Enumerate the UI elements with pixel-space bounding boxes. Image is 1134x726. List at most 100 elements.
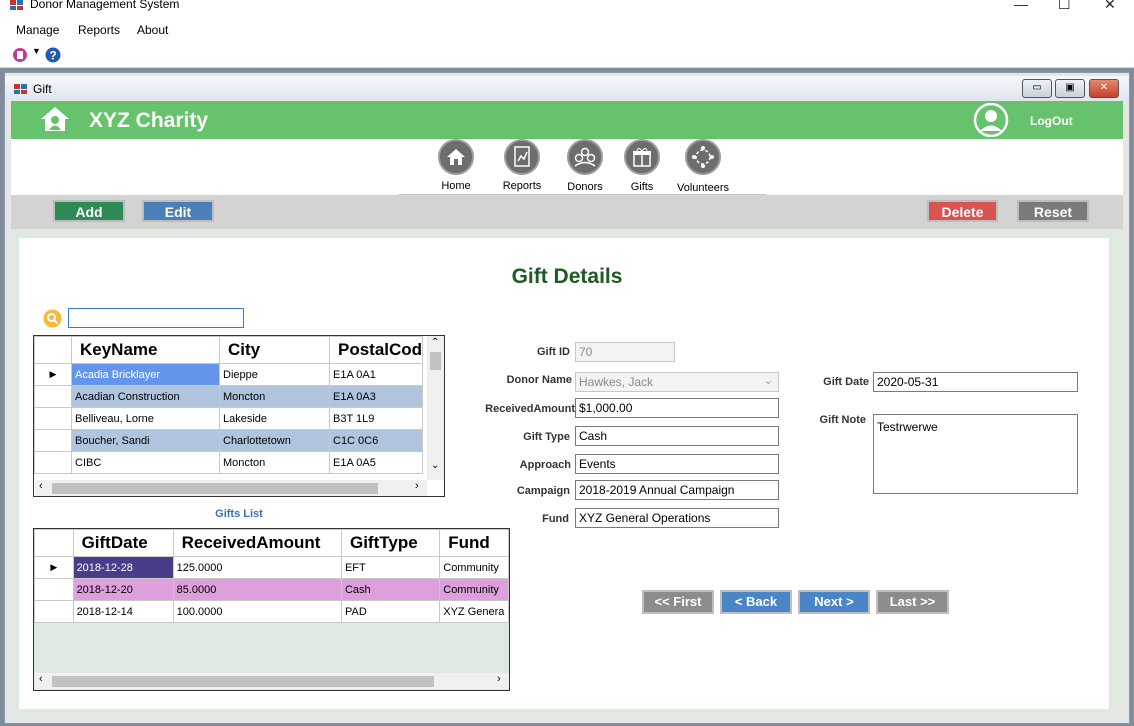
cell-keyname[interactable]: Acadian Construction [71,385,220,408]
row-header-corner [34,336,72,364]
column-header-keyname[interactable]: KeyName [71,336,220,364]
column-header-fund[interactable]: Fund [439,529,509,557]
row-header [34,600,74,623]
next-button[interactable]: Next > [798,590,870,614]
child-minimize-button[interactable]: ▭ [1022,79,1052,98]
add-button[interactable]: Add [53,200,125,222]
scroll-thumb[interactable] [52,676,434,687]
cell-postal[interactable]: E1A 0A5 [328,451,424,474]
volunteers-icon [685,139,721,175]
child-close-button[interactable]: ✕ [1089,79,1119,98]
cell-gifttype[interactable]: PAD [340,600,441,623]
logout-link[interactable]: LogOut [1030,114,1073,128]
home-icon [438,139,474,175]
menu-about[interactable]: About [137,23,168,37]
table-row[interactable]: 2018-12-20 85.0000 Cash Community [34,578,509,601]
cell-amount[interactable]: 100.0000 [172,600,342,623]
nav-gifts-label: Gifts [630,181,654,193]
table-row[interactable]: CIBC Moncton E1A 0A5 [34,451,424,474]
scroll-thumb[interactable] [430,352,441,370]
cell-keyname[interactable]: CIBC [71,451,220,474]
gift-date-field[interactable]: 2020-05-31 [873,372,1078,392]
column-header-giftdate[interactable]: GiftDate [72,529,174,557]
cell-fund[interactable]: XYZ Genera [439,600,509,623]
table-row[interactable]: ▶ 2018-12-28 125.0000 EFT Community [34,556,509,579]
cell-postal[interactable]: E1A 0A1 [328,363,424,386]
gift-note-field[interactable]: Testrwerwe [873,414,1078,494]
nav-volunteers[interactable]: Volunteers [674,139,732,194]
cell-postal[interactable]: B3T 1L9 [328,407,424,430]
close-button[interactable]: ✕ [1104,0,1116,13]
scroll-left-icon[interactable]: ‹ [39,480,43,492]
back-button[interactable]: < Back [720,590,792,614]
table-row[interactable]: 2018-12-14 100.0000 PAD XYZ Genera [34,600,509,623]
search-input[interactable] [68,308,244,328]
help-icon[interactable]: ? [45,47,61,63]
horizontal-scrollbar[interactable]: ‹ › [35,673,509,689]
chevron-down-icon[interactable]: ⌄ [764,374,773,387]
app-logo-icon[interactable] [12,47,28,63]
maximize-button[interactable]: ☐ [1058,0,1071,13]
gift-id-field[interactable]: 70 [575,342,675,362]
edit-button[interactable]: Edit [142,200,214,222]
cell-keyname[interactable]: Acadia Bricklayer [71,363,220,386]
cell-city[interactable]: Charlottetown [219,429,330,452]
child-restore-button[interactable]: ▣ [1055,79,1085,98]
cell-gifttype[interactable]: EFT [340,556,441,579]
user-avatar-icon[interactable] [973,103,1009,137]
cell-giftdate[interactable]: 2018-12-14 [72,600,174,623]
cell-keyname[interactable]: Belliveau, Lorne [71,407,220,430]
first-button[interactable]: << First [642,590,714,614]
cell-postal[interactable]: E1A 0A3 [328,385,424,408]
cell-amount[interactable]: 85.0000 [172,578,342,601]
column-header-postalcode[interactable]: PostalCod [328,336,424,364]
nav-home[interactable]: Home [436,139,476,192]
menu-reports[interactable]: Reports [78,23,120,37]
cell-city[interactable]: Lakeside [219,407,330,430]
scroll-up-icon[interactable]: ⌃ [431,337,439,348]
window-icon [14,84,27,94]
nav-gifts[interactable]: Gifts [622,139,662,193]
vertical-scrollbar[interactable]: ⌃ ⌄ [427,336,444,480]
cell-city[interactable]: Moncton [219,385,330,408]
column-header-city[interactable]: City [219,336,330,364]
scroll-right-icon[interactable]: › [415,480,419,492]
gift-type-label: Gift Type [523,431,570,443]
column-header-gifttype[interactable]: GiftType [340,529,441,557]
cell-city[interactable]: Dieppe [219,363,330,386]
table-row[interactable]: Acadian Construction Moncton E1A 0A3 [34,385,424,408]
received-amount-field[interactable]: $1,000.00 [575,398,779,418]
donor-name-select[interactable]: Hawkes, Jack ⌄ [575,372,779,392]
gift-type-field[interactable]: Cash [575,426,779,446]
column-header-receivedamount[interactable]: ReceivedAmount [172,529,342,557]
scroll-thumb[interactable] [52,483,378,494]
cell-postal[interactable]: C1C 0C6 [328,429,424,452]
cell-giftdate[interactable]: 2018-12-20 [72,578,174,601]
scroll-left-icon[interactable]: ‹ [39,673,43,685]
table-row[interactable]: Belliveau, Lorne Lakeside B3T 1L9 [34,407,424,430]
cell-fund[interactable]: Community [439,578,509,601]
minimize-button[interactable]: — [1014,0,1028,12]
menu-manage[interactable]: Manage [16,23,59,37]
fund-field[interactable]: XYZ General Operations [575,508,779,528]
cell-city[interactable]: Moncton [219,451,330,474]
scroll-right-icon[interactable]: › [497,673,501,685]
horizontal-scrollbar[interactable]: ‹ › [35,480,427,496]
reset-button[interactable]: Reset [1017,200,1089,222]
table-row[interactable]: Boucher, Sandi Charlottetown C1C 0C6 [34,429,424,452]
approach-field[interactable]: Events [575,454,779,474]
nav-reports[interactable]: Reports [502,139,542,192]
delete-button[interactable]: Delete [927,200,998,222]
cell-keyname[interactable]: Boucher, Sandi [71,429,220,452]
nav-donors[interactable]: Donors [563,139,607,193]
table-row[interactable]: ▶ Acadia Bricklayer Dieppe E1A 0A1 [34,363,424,386]
dropdown-arrow-icon[interactable]: ▼ [32,46,41,56]
scroll-down-icon[interactable]: ⌄ [431,460,439,471]
cell-gifttype[interactable]: Cash [340,578,441,601]
cell-fund[interactable]: Community [439,556,509,579]
campaign-field[interactable]: 2018-2019 Annual Campaign [575,480,779,500]
cell-amount[interactable]: 125.0000 [172,556,342,579]
last-button[interactable]: Last >> [876,590,949,614]
search-icon[interactable] [43,309,62,328]
cell-giftdate[interactable]: 2018-12-28 [72,556,174,579]
